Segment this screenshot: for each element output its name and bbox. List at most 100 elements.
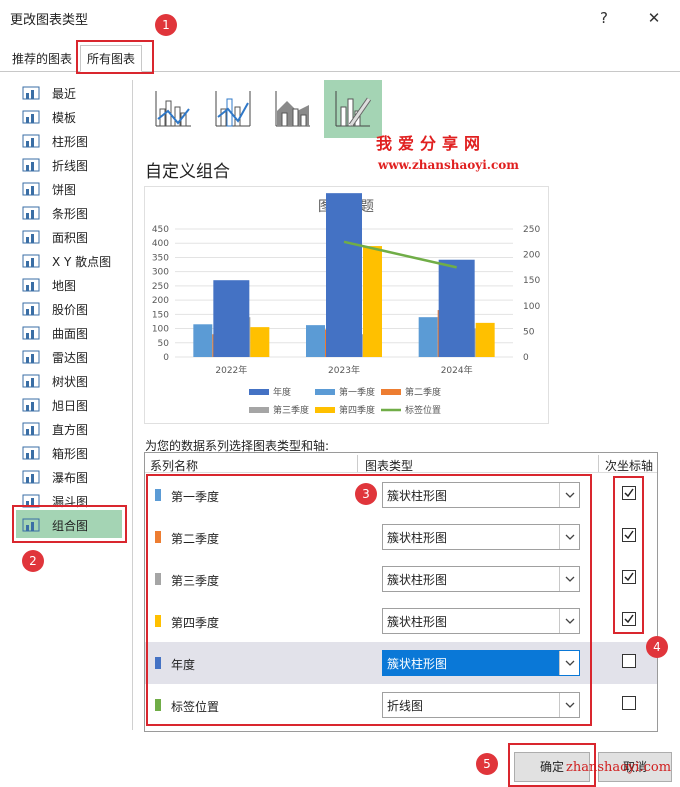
- bar: [475, 322, 495, 357]
- bar: [438, 259, 475, 357]
- combo-clustered-line-secondary-option[interactable]: [206, 82, 260, 136]
- category-label: 最近: [52, 86, 77, 101]
- legend-label: 标签位置: [405, 404, 441, 416]
- highlight-box-axis: [613, 476, 644, 634]
- combo-custom-option[interactable]: [324, 80, 382, 138]
- combo-line-secondary-icon: [215, 91, 251, 127]
- category-label: 树状图: [52, 374, 89, 389]
- header-divider: [145, 472, 657, 473]
- y-tick-right: 250: [523, 225, 540, 235]
- scatter-chart-icon: [22, 253, 40, 269]
- category-label: 曲面图: [52, 326, 89, 341]
- combo-stacked-area-option[interactable]: [266, 82, 320, 136]
- category-label: 瀑布图: [52, 470, 89, 485]
- legend-swatch: [249, 389, 269, 395]
- step-badge-5: 5: [476, 753, 498, 775]
- category-label: 箱形图: [52, 446, 89, 461]
- secondary-axis-checkbox[interactable]: [622, 654, 636, 668]
- x-tick-label: 2022年: [215, 364, 247, 376]
- y-tick-left: 50: [158, 339, 170, 349]
- y-tick-right: 50: [523, 327, 535, 337]
- category-item[interactable]: X Y 散点图: [22, 250, 132, 272]
- y-tick-left: 0: [163, 353, 169, 363]
- category-item[interactable]: 饼图: [22, 178, 132, 200]
- x-tick-label: 2024年: [441, 364, 473, 376]
- category-item[interactable]: 模板: [22, 106, 132, 128]
- category-item[interactable]: 股价图: [22, 298, 132, 320]
- category-item[interactable]: 旭日图: [22, 394, 132, 416]
- category-item[interactable]: 曲面图: [22, 322, 132, 344]
- y-tick-left: 400: [152, 239, 169, 249]
- panel-separator: [132, 80, 133, 730]
- category-item[interactable]: 瀑布图: [22, 466, 132, 488]
- category-label: 直方图: [52, 422, 89, 437]
- category-item[interactable]: 雷达图: [22, 346, 132, 368]
- category-label: 旭日图: [52, 398, 89, 413]
- custom-combo-icon: [335, 91, 372, 127]
- category-item[interactable]: 地图: [22, 274, 132, 296]
- y-tick-left: 450: [152, 225, 169, 235]
- watermark-url: www.zhanshaoyi.com: [378, 158, 519, 172]
- chart-preview: 图表标题450400350300250200150100500250200150…: [144, 186, 549, 424]
- category-item[interactable]: 直方图: [22, 418, 132, 440]
- bar: [326, 193, 362, 357]
- legend-label: 年度: [273, 386, 291, 398]
- legend-label: 第四季度: [339, 404, 375, 416]
- combo-area-column-icon: [275, 91, 310, 127]
- y-tick-right: 100: [523, 302, 540, 312]
- category-label: 面积图: [52, 230, 89, 245]
- secondary-axis-checkbox[interactable]: [622, 696, 636, 710]
- chart-svg: 图表标题450400350300250200150100500250200150…: [152, 193, 540, 416]
- area-chart-icon: [22, 229, 40, 245]
- category-label: 柱形图: [52, 134, 89, 149]
- line-chart-icon: [22, 157, 40, 173]
- step-badge-2: 2: [22, 550, 44, 572]
- category-label: 饼图: [52, 182, 77, 197]
- sunburst-icon: [22, 397, 40, 413]
- legend-swatch: [381, 389, 401, 395]
- title-bar: [0, 0, 680, 36]
- legend-label: 第一季度: [339, 386, 375, 398]
- category-label: 雷达图: [52, 350, 89, 365]
- step-badge-4: 4: [646, 636, 668, 658]
- dialog-title: 更改图表类型: [10, 13, 89, 28]
- y-tick-left: 100: [152, 325, 169, 335]
- category-item[interactable]: 箱形图: [22, 442, 132, 464]
- treemap-icon: [22, 373, 40, 389]
- step-badge-3: 3: [355, 483, 377, 505]
- category-label: 模板: [52, 110, 77, 125]
- bar: [213, 280, 250, 357]
- category-label: 折线图: [52, 158, 89, 173]
- category-item[interactable]: 柱形图: [22, 130, 132, 152]
- legend-swatch: [315, 389, 335, 395]
- combo-clustered-line-option[interactable]: [146, 82, 200, 136]
- y-tick-right: 200: [523, 251, 540, 261]
- category-item[interactable]: 条形图: [22, 202, 132, 224]
- radar-chart-icon: [22, 349, 40, 365]
- category-label: 组合图: [52, 518, 89, 533]
- bar: [250, 327, 270, 357]
- y-tick-right: 150: [523, 276, 540, 286]
- category-label: 股价图: [52, 302, 89, 317]
- bar: [363, 246, 382, 357]
- tab-recommended[interactable]: 推荐的图表: [6, 46, 78, 73]
- step-badge-1: 1: [155, 14, 177, 36]
- close-button[interactable]: ✕: [640, 6, 668, 30]
- watermark-title: 我爱分享网: [376, 134, 487, 153]
- category-label: X Y 散点图: [52, 254, 112, 269]
- category-item[interactable]: 折线图: [22, 154, 132, 176]
- footer-watermark: zhanshaoyi.com: [566, 760, 672, 775]
- x-tick-label: 2023年: [328, 364, 360, 376]
- category-item[interactable]: 面积图: [22, 226, 132, 248]
- legend-swatch: [249, 407, 269, 413]
- category-item[interactable]: 组合图: [22, 514, 132, 536]
- category-item[interactable]: 最近: [22, 82, 132, 104]
- waterfall-icon: [22, 469, 40, 485]
- pie-chart-icon: [22, 181, 40, 197]
- category-label: 地图: [52, 278, 77, 293]
- y-tick-left: 150: [152, 310, 169, 320]
- category-item[interactable]: 树状图: [22, 370, 132, 392]
- recent-icon: [22, 85, 40, 101]
- highlight-box-tab: [76, 40, 154, 74]
- help-button[interactable]: ?: [590, 6, 618, 30]
